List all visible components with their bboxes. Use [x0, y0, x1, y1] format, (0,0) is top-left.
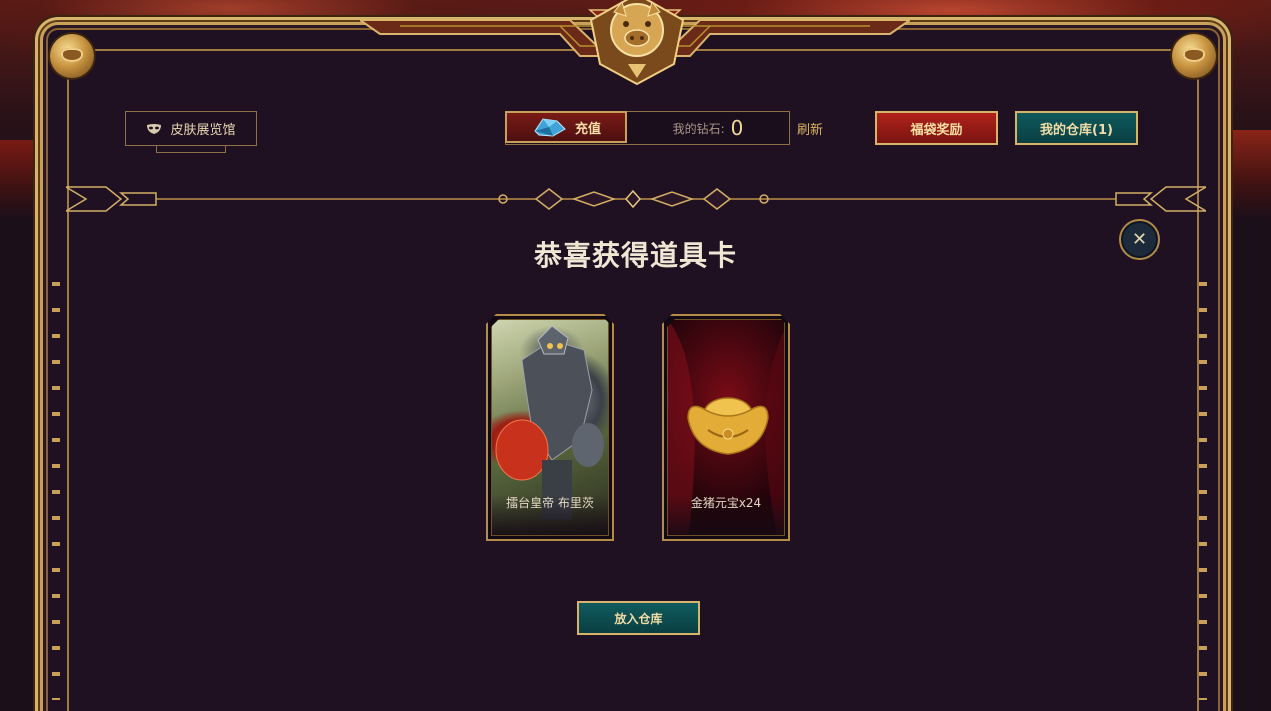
card-art-frame: 金猪元宝x24 [667, 319, 785, 536]
diamond-balance-label: 我的钻石: [672, 121, 725, 136]
diamond-balance: 我的钻石: 0 [627, 112, 789, 144]
card-art-frame: 擂台皇帝 布里茨 [491, 319, 609, 536]
skin-gallery-label: 皮肤展览馆 [170, 123, 236, 138]
gold-ingot-icon [687, 397, 769, 455]
recharge-button[interactable]: 充值 [505, 111, 627, 143]
reward-card-gold-ingot[interactable]: 金猪元宝x24 [662, 314, 790, 541]
dialog-title: 恭喜获得道具卡 [533, 239, 737, 272]
corner-pig-emblem-right-icon [1172, 34, 1216, 78]
diamond-icon [534, 118, 566, 137]
frame-side-marks-right [1199, 260, 1207, 700]
reward-card-label: 擂台皇帝 布里茨 [506, 496, 594, 510]
mask-icon [147, 123, 162, 134]
diamond-balance-value: 0 [730, 116, 744, 140]
put-into-vault-button[interactable]: 放入仓库 [577, 601, 700, 635]
my-vault-button[interactable]: 我的仓库(1) [1015, 111, 1138, 145]
game-screen: 皮肤展览馆 充值 我的钻石: 0 刷新 福袋奖励 我的仓库(1) ✕ 恭喜获得道… [0, 0, 1271, 711]
reward-card-skin[interactable]: 擂台皇帝 布里茨 [486, 314, 614, 541]
frame-side-marks-left [52, 260, 60, 700]
refresh-link[interactable]: 刷新 [797, 119, 823, 138]
pig-crest-icon [589, 0, 685, 86]
diamond-balance-box: 充值 我的钻石: 0 [505, 111, 790, 145]
corner-pig-emblem-left-icon [50, 34, 94, 78]
lucky-bag-reward-button[interactable]: 福袋奖励 [875, 111, 998, 145]
ornamental-divider [66, 186, 1206, 212]
tab-notch [156, 145, 226, 153]
skin-gallery-button[interactable]: 皮肤展览馆 [125, 111, 257, 153]
reward-card-label: 金猪元宝x24 [690, 496, 762, 510]
recharge-label: 充值 [574, 121, 601, 137]
